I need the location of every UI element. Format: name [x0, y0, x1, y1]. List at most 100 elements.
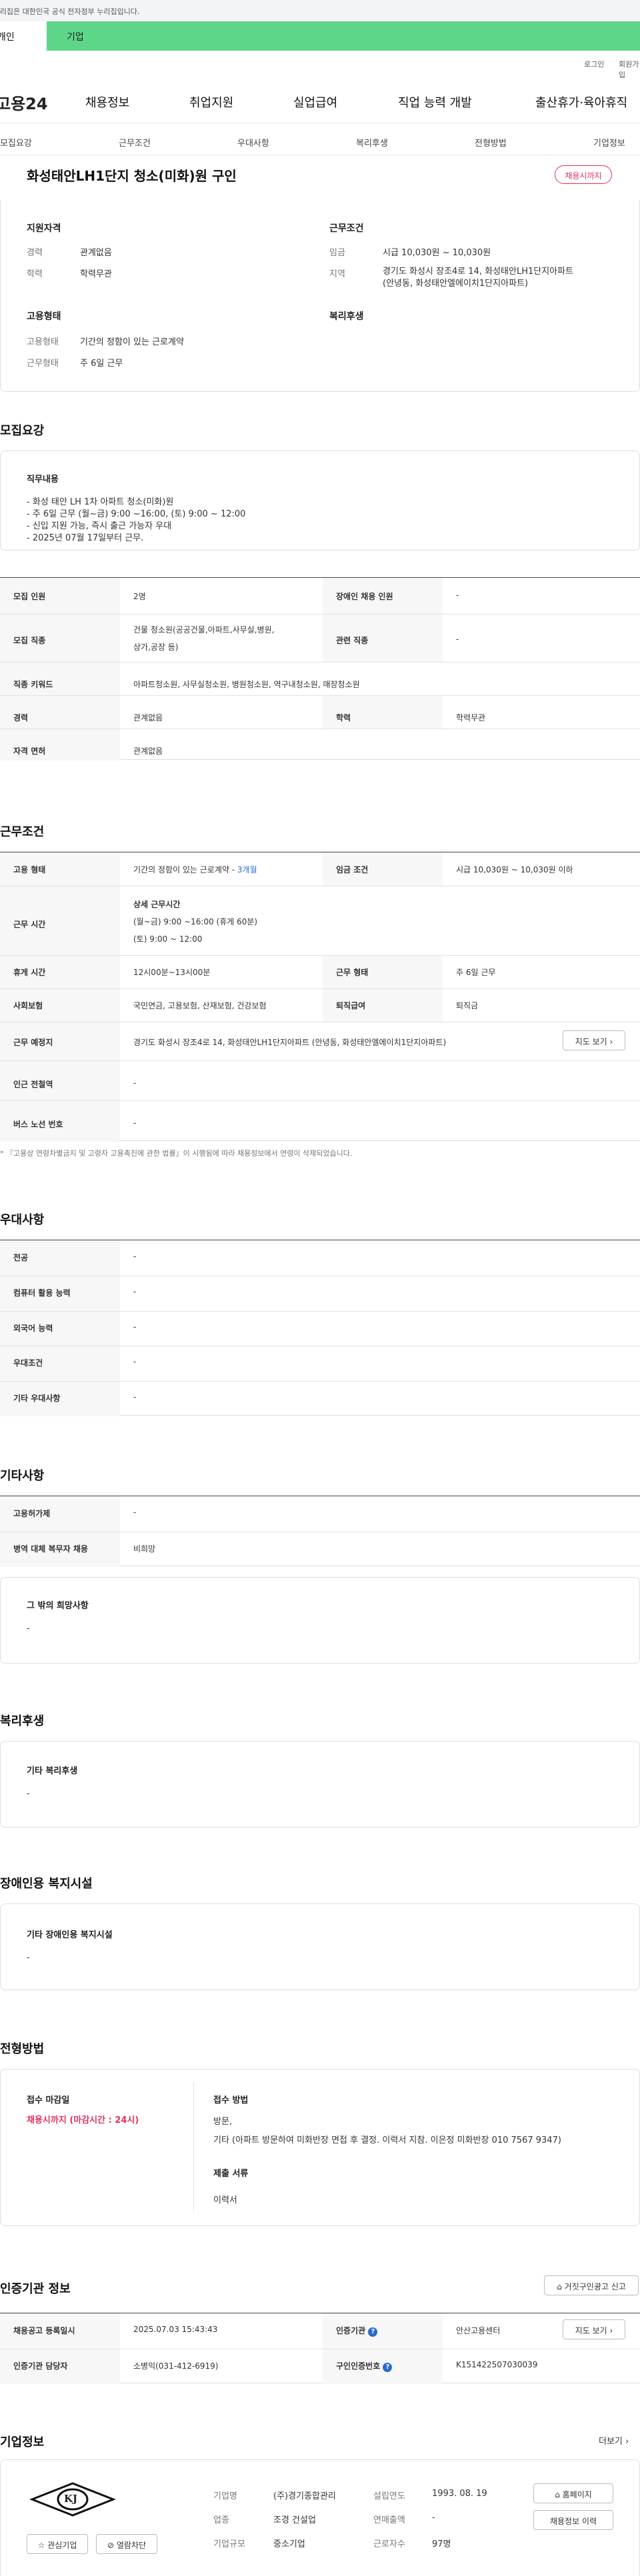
star-icon: ☆ [37, 2541, 45, 2550]
emp-type-label: 고용형태 [27, 337, 59, 347]
duty-line-4: - 2025년 07월 17일부터 근무. [27, 533, 144, 543]
info-icon[interactable]: ? [368, 2327, 378, 2337]
docs-label: 제출 서류 [213, 2169, 249, 2179]
job-history-button[interactable]: 채용정보 이력 [533, 2510, 613, 2530]
company-more-link[interactable]: 더보기 › [599, 2434, 629, 2447]
pref-major-value: - [133, 1252, 137, 1261]
bus-label: 버스 노선 번호 [13, 1120, 63, 1129]
tab-company[interactable]: 기업 [67, 30, 84, 43]
work-form-label: 근무형태 [27, 359, 59, 369]
keyword-label: 직종 키워드 [13, 680, 53, 689]
company-name-label: 기업명 [213, 2491, 237, 2501]
career-value: 관계없음 [80, 248, 112, 258]
career-req-label: 경력 [13, 713, 29, 722]
pref-language-label: 외국어 능력 [13, 1324, 53, 1333]
block-view-label: 열람차단 [116, 2541, 147, 2550]
disabled-fac-card [0, 1904, 640, 1990]
agency-label: 인증기관 ? [336, 2325, 378, 2337]
preference-section-title: 우대사항 [0, 1213, 45, 1227]
disabled-fac-section-title: 장애인용 복지시설 [0, 1877, 93, 1891]
anchor-recruit[interactable]: 모집요강 [0, 136, 32, 149]
job-title: 화성태안LH1단지 청소(미화)원 구인 [27, 168, 237, 184]
block-icon: ⊘ [107, 2541, 115, 2550]
cond-title: 근무조건 [329, 223, 364, 234]
job-type-value-line1: 건물 청소원(공공건물,아파트,사무실,병원, [133, 625, 275, 635]
gnb-parental-leave[interactable]: 출산휴가·육아휴직 [535, 93, 627, 111]
founded-label: 설립연도 [373, 2491, 405, 2501]
headcount-label: 모집 인원 [13, 592, 46, 601]
agency-map-button[interactable]: 지도 보기 › [563, 2319, 625, 2339]
region-value-line1: 경기도 화성시 장조4로 14, 화성태안LH1단지아파트 [383, 267, 574, 277]
reg-label: 채용공고 등록일시 [13, 2326, 75, 2335]
gnb-unemployment-benefit[interactable]: 실업급여 [293, 93, 337, 111]
emp-type-row-label: 고용 형태 [13, 865, 46, 874]
emp-type-row-value: 기간의 정함이 있는 근로계약 - 3개월 [133, 864, 257, 875]
method-line-2: 기타 (아파트 방문하여 미화반장 면접 후 결정. 이력서 지참. 이은정 미… [213, 2135, 561, 2145]
license-label: 자격 면허 [13, 746, 46, 756]
conditions-section-title: 근무조건 [0, 825, 45, 839]
recruit-section-title: 모집요강 [0, 424, 45, 438]
anchor-conditions[interactable]: 근무조건 [119, 136, 151, 149]
insurance-value: 국민연금, 고용보험, 산재보험, 건강보험 [133, 1001, 267, 1010]
wage-cond-label: 임금 조건 [336, 865, 369, 874]
retire-value: 퇴직금 [456, 1001, 479, 1010]
anchor-company[interactable]: 기업정보 [593, 136, 625, 149]
career-req-value: 관계없음 [133, 713, 163, 722]
recruit-table [0, 577, 640, 760]
pref-condition-label: 우대조건 [13, 1358, 43, 1368]
subway-label: 인근 전철역 [13, 1080, 53, 1089]
welfare-card [0, 1741, 640, 1828]
anchor-preference[interactable]: 우대사항 [237, 136, 269, 149]
join-link[interactable]: 회원가입 [619, 59, 640, 80]
block-view-button[interactable]: ⊘ 열람차단 [96, 2534, 157, 2554]
anchor-welfare[interactable]: 복리후생 [356, 136, 388, 149]
gnb-jobs[interactable]: 채용정보 [85, 93, 129, 111]
reg-value: 2025.07.03 15:43:43 [133, 2325, 218, 2334]
site-logo[interactable]: 고용24 [0, 91, 48, 114]
work-form-value: 주 6일 근무 [80, 359, 123, 369]
homepage-button[interactable]: ⌂ 홈페이지 [533, 2483, 613, 2503]
deadline-value: 채용시까지 (마감시간 : 24시) [27, 2115, 139, 2125]
etc-table [0, 1496, 640, 1567]
age-note: * 『고용상 연령차별금지 및 고령자 고용촉진에 관한 법률』이 시행됨에 따… [0, 1149, 353, 1158]
conditions-table [0, 852, 640, 1142]
emp-type-period: 3개월 [237, 865, 257, 874]
anchor-selection[interactable]: 전형방법 [475, 136, 507, 149]
tab-individual[interactable]: 개인 [0, 21, 47, 51]
company-more-label: 더보기 [599, 2437, 623, 2447]
gnb-employment-support[interactable]: 취업지원 [189, 93, 233, 111]
related-label: 관련 직종 [336, 636, 369, 645]
insurance-label: 사회보험 [13, 1001, 43, 1010]
info-icon[interactable]: ? [383, 2363, 393, 2372]
cert-section-title: 인증기관 정보 [0, 2282, 71, 2296]
disabled-label: 장애인 채용 인원 [336, 592, 393, 601]
break-label: 휴게 시간 [13, 968, 46, 977]
pref-other-label: 기타 우대사항 [13, 1394, 61, 1403]
selection-section-title: 전형방법 [0, 2042, 45, 2056]
edu-label: 학력 [27, 269, 43, 279]
work-permit-value: - [133, 1508, 137, 1517]
career-label: 경력 [27, 248, 43, 258]
login-link[interactable]: 로그인 [584, 59, 604, 69]
cert-number-label: 구인인증번호 ? [336, 2360, 393, 2372]
tab-individual-label: 개인 [0, 32, 15, 43]
gnb-vocational-training[interactable]: 직업 능력 개발 [398, 93, 472, 111]
welfare-value: - [27, 1789, 30, 1799]
break-value: 12시00분~13시00분 [133, 968, 211, 977]
user-type-tabs [0, 21, 640, 51]
cert-table [0, 2313, 640, 2384]
pref-major-label: 전공 [13, 1253, 29, 1262]
report-fake-ad-button[interactable]: ⌂ 거짓구인광고 신고 [544, 2275, 639, 2295]
edu-req-label: 학력 [336, 713, 351, 722]
wage-cond-value: 시급 10,030원 ~ 10,030원 이하 [456, 865, 573, 874]
place-map-button[interactable]: 지도 보기 › [563, 1030, 625, 1050]
report-fake-ad-label: 거짓구인광고 신고 [564, 2282, 626, 2291]
welfare-title-summary: 복리후생 [329, 311, 364, 322]
pref-computer-label: 컴퓨터 활용 능력 [13, 1288, 71, 1298]
wage-label: 임금 [329, 248, 345, 258]
disabled-fac-value: - [27, 1953, 30, 1963]
selection-divider [193, 2082, 194, 2211]
favorite-company-button[interactable]: ☆ 관심기업 [27, 2534, 88, 2554]
cert-number-label-text: 구인인증번호 [336, 2361, 381, 2371]
military-value: 비희망 [133, 1544, 156, 1554]
